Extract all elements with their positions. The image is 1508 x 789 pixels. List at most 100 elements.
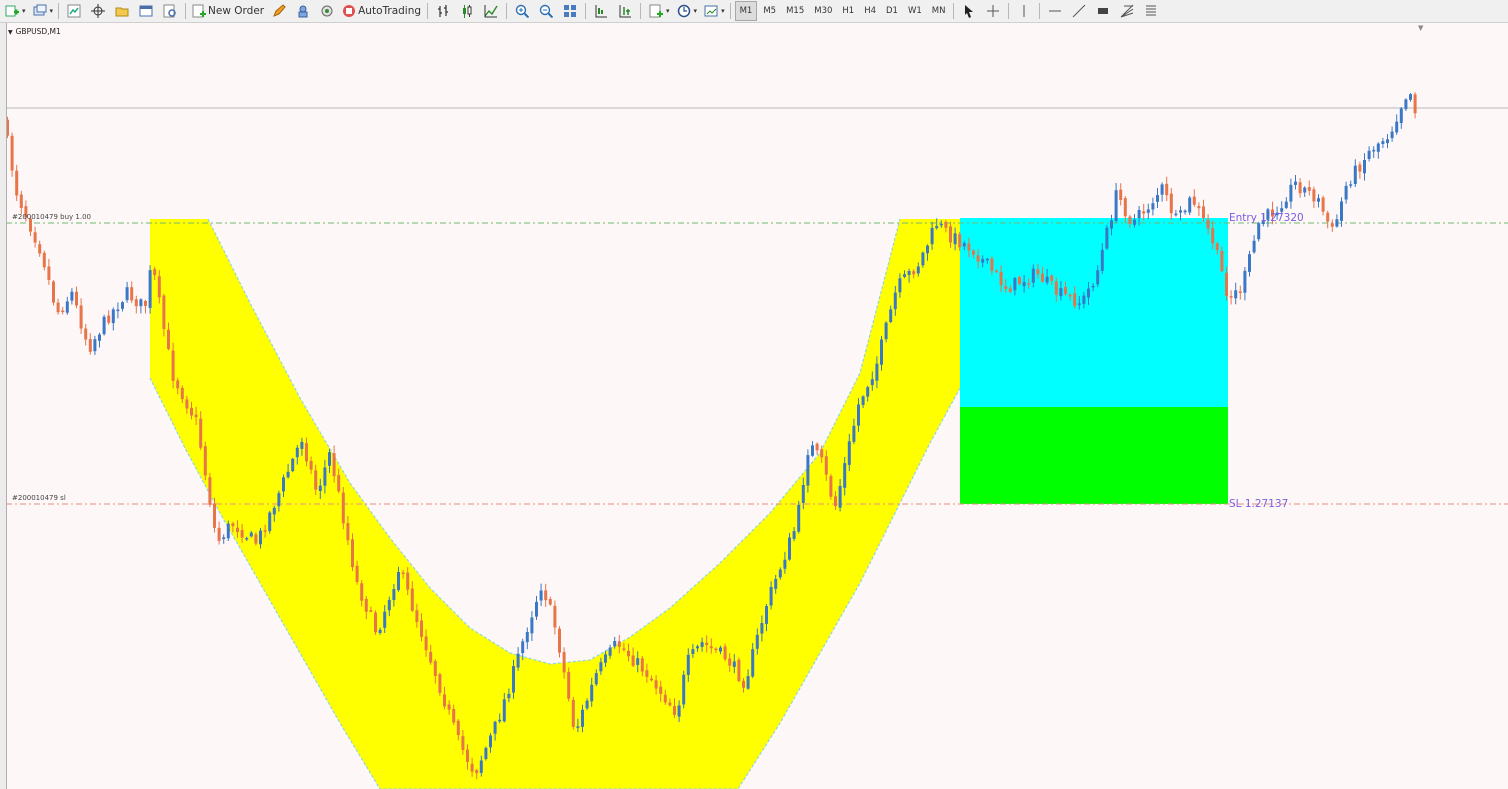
templates-icon[interactable]: [700, 2, 722, 20]
candle-body: [691, 649, 695, 654]
candle-body: [512, 666, 515, 693]
candle-body: [282, 477, 285, 492]
zoom-in-icon[interactable]: [511, 2, 533, 20]
timeframe-d1[interactable]: D1: [882, 2, 902, 20]
candle-body: [52, 281, 55, 303]
candle-body: [249, 532, 253, 537]
terminal-window-icon[interactable]: [135, 2, 157, 20]
auto-trading-button[interactable]: AutoTrading: [340, 2, 423, 20]
candle-body: [111, 309, 115, 324]
fibonacci-fan-icon[interactable]: [1116, 2, 1138, 20]
candle-body: [171, 350, 175, 381]
crosshair-icon[interactable]: [982, 2, 1004, 20]
candle-body: [907, 271, 911, 275]
candle-body: [585, 700, 589, 709]
candle-body: [834, 496, 837, 506]
candlestick-chart-icon[interactable]: [456, 2, 478, 20]
candle-body: [245, 538, 249, 540]
separator: [640, 3, 642, 19]
candle-body: [1353, 165, 1357, 184]
signals-icon[interactable]: [292, 2, 314, 20]
candle-body: [1064, 286, 1067, 295]
candle-body: [493, 721, 497, 734]
rectangle-tool-icon[interactable]: [1092, 2, 1114, 20]
collapse-triangle-icon[interactable]: ▼: [8, 29, 13, 36]
candle-body: [1068, 294, 1072, 297]
profiles-icon[interactable]: [29, 2, 51, 20]
candle-body: [254, 534, 258, 544]
candle-body: [438, 674, 442, 693]
timeframe-h1[interactable]: H1: [838, 2, 858, 20]
candle-body: [406, 572, 410, 590]
candle-body: [263, 530, 267, 532]
new-chart-icon[interactable]: [1, 2, 23, 20]
timeframe-m5[interactable]: M5: [759, 2, 780, 20]
candle-body: [410, 588, 414, 611]
horizontal-line-icon[interactable]: [1044, 2, 1066, 20]
candle-body: [1321, 197, 1325, 212]
zoom-out-icon[interactable]: [535, 2, 557, 20]
candle-body: [1077, 303, 1081, 305]
candle-body: [806, 455, 810, 486]
chart-shift-icon[interactable]: [590, 2, 612, 20]
candle-body: [75, 291, 78, 306]
candle-body: [1119, 189, 1123, 200]
candle-body: [594, 673, 598, 685]
candle-body: [148, 270, 152, 308]
candle-body: [645, 670, 649, 677]
candle-body: [1087, 288, 1090, 298]
candle-body: [880, 339, 883, 365]
cursor-arrow-icon[interactable]: [958, 2, 980, 20]
candle-body: [567, 672, 571, 699]
candle-body: [981, 259, 985, 263]
candle-body: [599, 662, 603, 672]
timeframe-m1[interactable]: M1: [734, 1, 758, 21]
auto-scroll-icon[interactable]: [614, 2, 636, 20]
market-icon[interactable]: [316, 2, 338, 20]
candle-body: [967, 243, 971, 251]
timeframe-m15[interactable]: M15: [782, 2, 808, 20]
periods-clock-icon[interactable]: [673, 2, 695, 20]
candle-body: [93, 339, 97, 352]
candle-body: [38, 244, 42, 254]
line-chart-icon[interactable]: [480, 2, 502, 20]
timeframe-mn[interactable]: MN: [928, 2, 950, 20]
candle-body: [728, 658, 732, 666]
bar-chart-icon[interactable]: [432, 2, 454, 20]
candle-body: [1179, 210, 1182, 213]
candle-body: [268, 512, 272, 531]
strategy-tester-icon[interactable]: [159, 2, 181, 20]
pencil-edit-icon[interactable]: [268, 2, 290, 20]
candle-body: [226, 523, 230, 539]
candle-body: [778, 569, 782, 578]
candle-body: [47, 266, 51, 280]
folder-icon[interactable]: [111, 2, 133, 20]
candle-body: [944, 221, 948, 228]
candle-body: [576, 726, 580, 728]
tile-windows-icon[interactable]: [559, 2, 581, 20]
market-watch-icon[interactable]: [63, 2, 85, 20]
candle-body: [1105, 227, 1109, 249]
indicators-icon[interactable]: [645, 2, 667, 20]
candle-body: [1197, 206, 1201, 209]
candle-body: [424, 636, 428, 651]
price-chart[interactable]: [0, 23, 1508, 789]
candle-body: [1022, 282, 1026, 287]
candle-body: [489, 735, 492, 748]
chart-window[interactable]: ▼ GBPUSD,M1 #200010479 buy 1.00 #20001047…: [0, 23, 1508, 789]
timeframe-w1[interactable]: W1: [904, 2, 926, 20]
candle-body: [926, 245, 929, 254]
candle-body: [1284, 201, 1288, 208]
candle-body: [88, 339, 92, 352]
trendline-icon[interactable]: [1068, 2, 1090, 20]
fibonacci-levels-icon[interactable]: [1140, 2, 1162, 20]
candle-body: [291, 458, 295, 472]
vertical-line-icon[interactable]: [1013, 2, 1035, 20]
candle-body: [1303, 187, 1307, 193]
crosshair-navigator-icon[interactable]: [87, 2, 109, 20]
new-order-button[interactable]: New Order: [190, 2, 266, 20]
candle-body: [125, 287, 129, 301]
timeframe-m30[interactable]: M30: [810, 2, 836, 20]
candle-body: [1123, 198, 1127, 217]
timeframe-h4[interactable]: H4: [860, 2, 880, 20]
